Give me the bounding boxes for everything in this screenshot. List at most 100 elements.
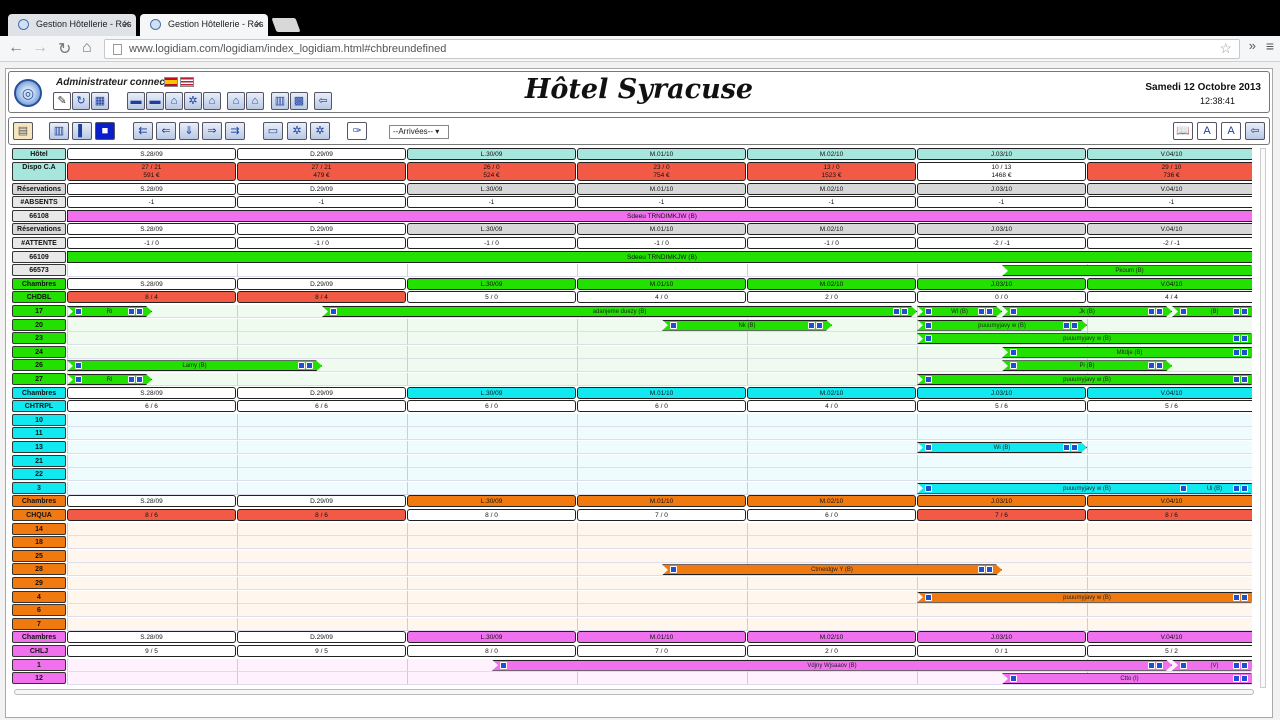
home-icon[interactable]: ⌂ [227, 92, 245, 110]
empty-slot[interactable] [67, 318, 237, 332]
day-cell[interactable]: D.29/09 [237, 148, 406, 160]
empty-slot[interactable] [917, 413, 1087, 427]
day-cell[interactable]: 0 / 0 [917, 291, 1086, 304]
empty-slot[interactable] [67, 481, 237, 495]
empty-slot[interactable] [237, 563, 407, 577]
settings-icon[interactable]: ✲ [310, 122, 330, 140]
empty-slot[interactable] [577, 536, 747, 550]
empty-slot[interactable] [407, 549, 577, 563]
empty-slot[interactable] [237, 617, 407, 631]
day-cell[interactable]: 5 / 0 [407, 291, 576, 304]
empty-slot[interactable] [237, 373, 407, 386]
day-cell[interactable]: J.03/10 [917, 148, 1086, 160]
day-cell[interactable]: 29 / 10 736 € [1087, 161, 1252, 181]
empty-slot[interactable] [407, 441, 577, 454]
reservation-bar[interactable]: Ri [67, 306, 152, 317]
day-cell[interactable]: -1 / 0 [747, 237, 916, 249]
day-cell[interactable]: 23 / 0 754 € [577, 161, 746, 181]
book-icon[interactable]: 📖 [1173, 122, 1193, 140]
day-cell[interactable]: L.30/09 [407, 277, 576, 290]
day-cell[interactable]: -1 / 0 [407, 237, 576, 249]
empty-slot[interactable] [917, 427, 1087, 441]
empty-slot[interactable] [407, 318, 577, 332]
day-cell[interactable]: J.03/10 [917, 631, 1086, 644]
empty-slot[interactable] [917, 522, 1087, 536]
empty-slot[interactable] [577, 617, 747, 631]
empty-slot[interactable] [407, 604, 577, 618]
reservation-bar[interactable]: puuumyjavy w (B) [917, 592, 1252, 603]
day-cell[interactable]: -1 / 0 [67, 237, 236, 249]
bed-icon[interactable]: ▬ [146, 92, 164, 110]
empty-slot[interactable] [577, 468, 747, 482]
day-cell[interactable]: V.04/10 [1087, 182, 1252, 195]
empty-slot[interactable] [1087, 563, 1252, 577]
day-cell[interactable]: M.02/10 [747, 277, 916, 290]
gear-icon[interactable]: ✲ [184, 92, 202, 110]
empty-slot[interactable] [67, 536, 237, 550]
empty-slot[interactable] [407, 359, 577, 373]
day-cell[interactable]: 6 / 0 [407, 400, 576, 413]
fast-forward-icon[interactable]: ⇉ [225, 122, 245, 140]
reservation-bar[interactable]: Jk (B) [1002, 306, 1172, 317]
empty-slot[interactable] [67, 549, 237, 563]
day-cell[interactable]: L.30/09 [407, 631, 576, 644]
day-cell[interactable]: M.02/10 [747, 386, 916, 399]
empty-slot[interactable] [407, 672, 577, 686]
empty-slot[interactable] [407, 345, 577, 359]
day-cell[interactable]: M.01/10 [577, 223, 746, 236]
empty-slot[interactable] [577, 413, 747, 427]
day-cell[interactable]: 4 / 0 [747, 400, 916, 413]
day-cell[interactable]: 4 / 4 [1087, 291, 1252, 304]
empty-slot[interactable] [1087, 522, 1252, 536]
day-cell[interactable]: L.30/09 [407, 223, 576, 236]
empty-slot[interactable] [237, 441, 407, 454]
day-cell[interactable]: -1 [237, 196, 406, 209]
empty-slot[interactable] [747, 454, 917, 468]
grid-icon[interactable]: ▥ [271, 92, 289, 110]
empty-slot[interactable] [917, 577, 1087, 590]
day-cell[interactable]: L.30/09 [407, 386, 576, 399]
bookmark-star-icon[interactable]: ☆ [1219, 40, 1232, 57]
empty-slot[interactable] [577, 373, 747, 386]
day-cell[interactable]: 10 / 13 1468 € [917, 161, 1086, 181]
reservation-bar[interactable]: Lamy (B) [67, 360, 322, 371]
empty-slot[interactable] [1087, 468, 1252, 482]
day-cell[interactable]: M.01/10 [577, 182, 746, 195]
empty-slot[interactable] [917, 549, 1087, 563]
empty-slot[interactable] [407, 536, 577, 550]
us-flag-icon[interactable] [180, 77, 194, 87]
day-cell[interactable]: 6 / 6 [67, 400, 236, 413]
empty-slot[interactable] [407, 563, 577, 577]
day-cell[interactable]: 8 / 0 [407, 509, 576, 521]
empty-slot[interactable] [67, 522, 237, 536]
day-cell[interactable]: L.30/09 [407, 148, 576, 160]
empty-slot[interactable] [917, 536, 1087, 550]
network-icon[interactable]: ▩ [290, 92, 308, 110]
edit-icon[interactable]: ✎ [53, 92, 71, 110]
day-cell[interactable]: -1 [1087, 196, 1252, 209]
empty-slot[interactable] [747, 264, 917, 278]
day-cell[interactable]: 2 / 0 [747, 645, 916, 657]
full-view-icon[interactable]: ■ [95, 122, 115, 140]
empty-slot[interactable] [917, 454, 1087, 468]
address-bar[interactable]: www.logidiam.com/logidiam/index_logidiam… [104, 39, 1240, 59]
home-icon[interactable]: ⌂ [82, 39, 92, 57]
reservation-bar[interactable]: (B) [1172, 306, 1252, 317]
empty-slot[interactable] [237, 413, 407, 427]
day-cell[interactable]: S.28/09 [67, 182, 236, 195]
day-cell[interactable]: -1 / 0 [237, 237, 406, 249]
empty-slot[interactable] [577, 604, 747, 618]
empty-slot[interactable] [747, 577, 917, 590]
day-cell[interactable]: 8 / 6 [237, 509, 406, 521]
fast-back-icon[interactable]: ⇇ [133, 122, 153, 140]
reservation-bar[interactable]: Vdjny Wjsaaov (B) [492, 660, 1172, 671]
empty-slot[interactable] [407, 264, 577, 278]
empty-slot[interactable] [747, 345, 917, 359]
day-cell[interactable]: S.28/09 [67, 277, 236, 290]
empty-slot[interactable] [747, 590, 917, 604]
empty-slot[interactable] [67, 413, 237, 427]
day-cell[interactable]: M.01/10 [577, 386, 746, 399]
day-cell[interactable]: 2 / 0 [747, 291, 916, 304]
day-cell[interactable]: M.01/10 [577, 277, 746, 290]
reservation-bar[interactable]: puuumyjavy w (B) [917, 333, 1252, 344]
